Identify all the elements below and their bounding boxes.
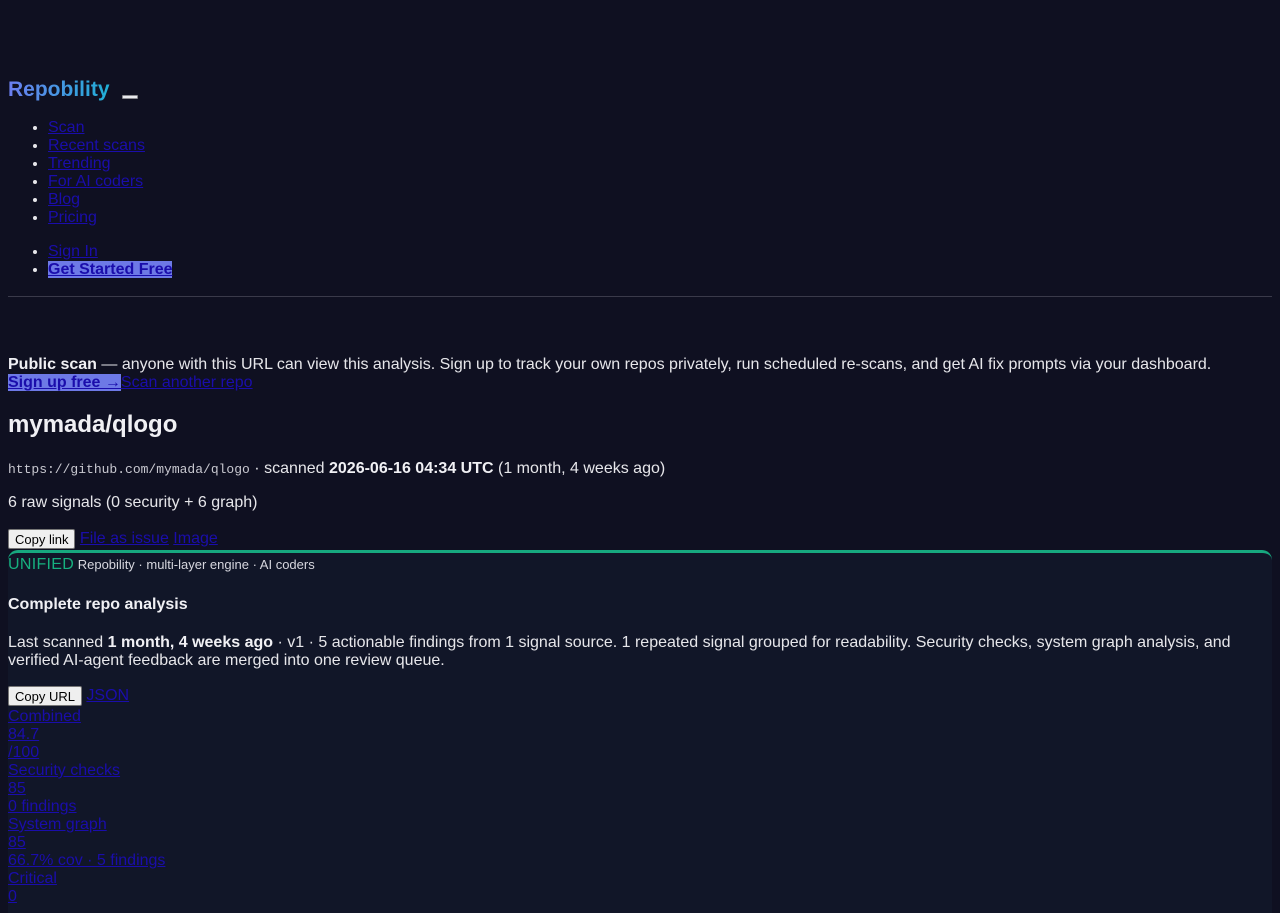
sign-up-free-button[interactable]: Sign up free → (8, 374, 121, 391)
stat-security-value[interactable]: 85 (8, 780, 165, 798)
notice-actions: Sign up free →Scan another repo (8, 374, 253, 392)
stat-security-sub[interactable]: 0 findings (8, 798, 165, 816)
stat-combined-label[interactable]: Combined (8, 708, 165, 726)
nav-link-trending[interactable]: Trending (48, 155, 111, 172)
nav-link-recent-scans[interactable]: Recent scans (48, 137, 145, 154)
analysis-summary: Last scanned 1 month, 4 weeks ago · v1 ·… (8, 634, 1242, 670)
public-scan-notice: Public scan — anyone with this URL can v… (8, 356, 1272, 374)
stat-combined-value[interactable]: 84.7 (8, 726, 165, 744)
nav-item-ai-coders: For AI coders (48, 173, 145, 191)
nav-link-scan[interactable]: Scan (48, 119, 84, 136)
sign-in-link[interactable]: Sign In (48, 243, 98, 260)
site-header: Repobility Scan Recent scans Trending Fo… (8, 0, 1272, 297)
scan-meta: https://github.com/mymada/qlogo · scanne… (8, 460, 665, 479)
unified-badge: UNIFIED (8, 556, 75, 573)
nav-item-trending: Trending (48, 155, 145, 173)
repo-url: https://github.com/mymada/qlogo (8, 462, 250, 477)
file-as-issue-link[interactable]: File as issue (80, 530, 169, 547)
scanned-timestamp: 2026-06-16 04:34 UTC (329, 460, 494, 477)
notice-title: Public scan (8, 356, 97, 373)
stat-critical-label[interactable]: Critical (8, 870, 165, 888)
stat-graph-label[interactable]: System graph (8, 816, 165, 834)
copy-url-button[interactable]: Copy URL (8, 686, 82, 706)
main-nav: Scan Recent scans Trending For AI coders… (8, 119, 145, 227)
stat-combined: Combined 84.7 /100 (8, 708, 165, 762)
panel-header: UNIFIED Repobility · multi-layer engine … (8, 556, 315, 574)
raw-signals-count: 6 raw signals (0 security + 6 graph) (8, 494, 258, 511)
get-started-button[interactable]: Get Started Free (48, 261, 173, 278)
stat-security-checks: Security checks 85 0 findings (8, 762, 165, 816)
score-stats: Combined 84.7 /100 Security checks 85 0 … (8, 708, 165, 906)
stat-critical: Critical 0 (8, 870, 165, 906)
scanned-label: · scanned (249, 460, 329, 477)
brand-logo[interactable]: Repobility (8, 78, 110, 102)
nav-link-blog[interactable]: Blog (48, 191, 80, 208)
image-link[interactable]: Image (173, 530, 217, 547)
nav-item-blog: Blog (48, 191, 145, 209)
unified-analysis-panel: UNIFIED Repobility · multi-layer engine … (8, 550, 1272, 913)
summary-prefix: Last scanned (8, 634, 108, 651)
nav-item-sign-in: Sign In (48, 243, 172, 261)
copy-link-button[interactable]: Copy link (8, 529, 76, 549)
menu-toggle-button[interactable] (122, 95, 138, 99)
scan-another-repo-link[interactable]: Scan another repo (121, 374, 253, 391)
scanned-relative-time: (1 month, 4 weeks ago) (493, 460, 666, 477)
nav-item-recent-scans: Recent scans (48, 137, 145, 155)
summary-last-scanned: 1 month, 4 weeks ago (107, 634, 274, 651)
stat-critical-value[interactable]: 0 (8, 888, 165, 906)
share-actions: Copy link File as issue Image (8, 529, 218, 549)
stat-graph-sub[interactable]: 66.7% cov · 5 findings (8, 852, 165, 870)
nav-link-pricing[interactable]: Pricing (48, 209, 97, 226)
stat-security-label[interactable]: Security checks (8, 762, 165, 780)
nav-item-scan: Scan (48, 119, 145, 137)
engine-label: Repobility · multi-layer engine · AI cod… (74, 557, 315, 572)
panel-heading: Complete repo analysis (8, 596, 188, 613)
auth-nav: Sign In Get Started Free (8, 243, 173, 279)
panel-actions: Copy URL JSON (8, 686, 129, 706)
nav-item-pricing: Pricing (48, 209, 145, 227)
stat-system-graph: System graph 85 66.7% cov · 5 findings (8, 816, 165, 870)
repo-title: mymada/qlogo (8, 411, 178, 438)
stat-combined-sub[interactable]: /100 (8, 744, 165, 762)
notice-text: — anyone with this URL can view this ana… (96, 356, 1212, 373)
nav-item-get-started: Get Started Free (48, 261, 173, 279)
nav-link-ai-coders[interactable]: For AI coders (48, 173, 143, 190)
json-link[interactable]: JSON (86, 687, 129, 704)
stat-graph-value[interactable]: 85 (8, 834, 165, 852)
